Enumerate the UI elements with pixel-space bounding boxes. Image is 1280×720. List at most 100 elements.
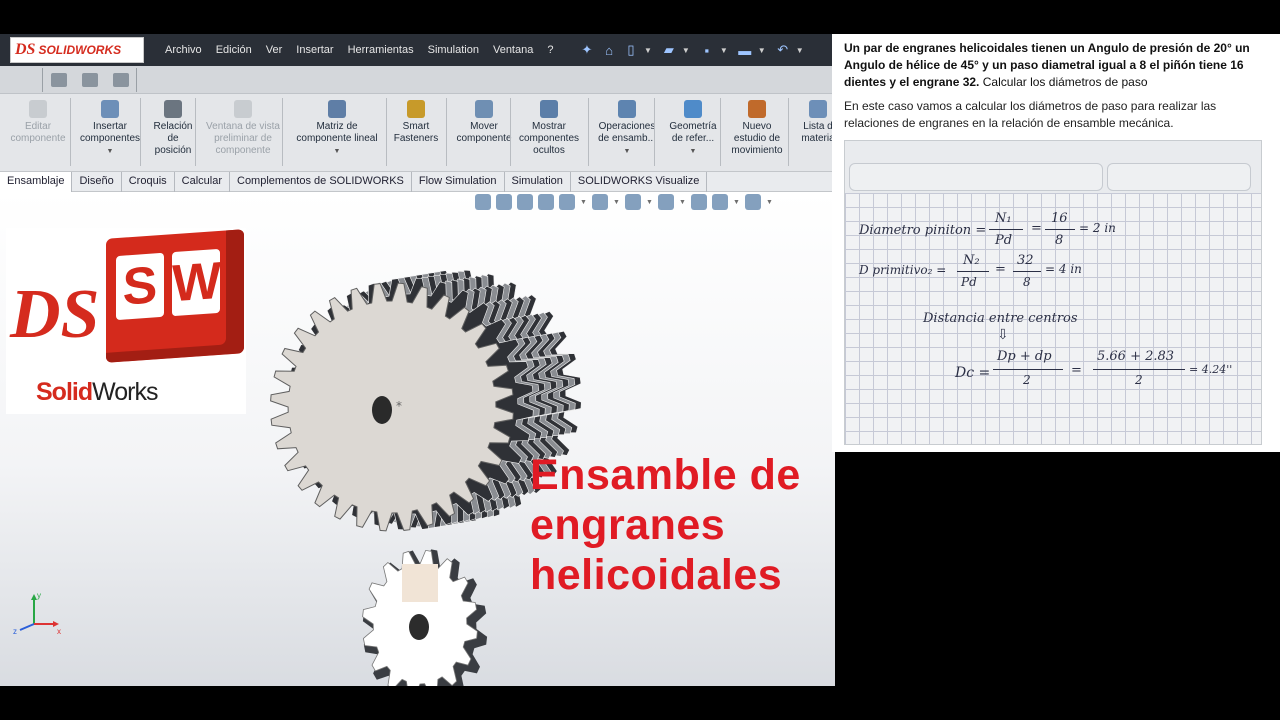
command-button[interactable]: Insertar componentes ▼: [74, 100, 146, 158]
menu-item[interactable]: Edición: [216, 44, 252, 56]
command-button[interactable]: Operaciones de ensamb... ▼: [594, 100, 660, 158]
toolbar-separator: [195, 98, 196, 166]
camera-tools: [42, 68, 137, 92]
gear-bore: [372, 396, 392, 424]
command-icon: [809, 100, 827, 118]
problem-statement-rest: Calcular los diámetros de paso: [979, 75, 1148, 89]
chevron-down-icon[interactable]: ▼: [682, 46, 690, 55]
wordmark-solid: Solid: [36, 378, 93, 406]
menu-item[interactable]: Ver: [266, 44, 283, 56]
fraction-bar: [1013, 271, 1041, 272]
svg-text:z: z: [13, 627, 17, 636]
chevron-down-icon[interactable]: ▼: [624, 146, 631, 158]
hw-text: 2: [1023, 373, 1031, 387]
command-button[interactable]: Relación de posición: [148, 100, 198, 157]
chevron-down-icon[interactable]: ▼: [107, 146, 114, 158]
menu-item[interactable]: Archivo: [165, 44, 202, 56]
command-button[interactable]: Mover componente: [454, 100, 514, 145]
tab-calcular[interactable]: Calcular: [175, 172, 230, 192]
camera-icon[interactable]: [50, 73, 67, 87]
hw-text: 5.66 + 2.83: [1097, 349, 1175, 364]
chevron-down-icon[interactable]: ▼: [690, 146, 697, 158]
command-label: Geometría de refer...: [669, 121, 717, 144]
command-button[interactable]: Editar componente: [6, 100, 70, 145]
hw-text: = 4 in: [1045, 262, 1082, 276]
ds-letters: DS: [10, 276, 100, 353]
command-label: Nuevo estudio de movimiento: [731, 121, 783, 156]
brand-name: SOLIDWORKS: [38, 43, 122, 57]
tab-complementos-de-solidworks[interactable]: Complementos de SOLIDWORKS: [230, 172, 412, 192]
toolbar-separator: [720, 98, 721, 166]
pinion-bore: [409, 614, 429, 640]
toolbar-separator: [282, 98, 283, 166]
problem-statement: Un par de engranes helicoidales tienen u…: [844, 40, 1254, 91]
undo-icon[interactable]: ↶: [774, 42, 792, 58]
command-button[interactable]: Nuevo estudio de movimiento: [728, 100, 786, 157]
svg-text:y: y: [37, 591, 41, 600]
command-icon: [684, 100, 702, 118]
menu-item[interactable]: Herramientas: [348, 44, 414, 56]
menu-item[interactable]: Insertar: [296, 44, 333, 56]
hw-text: 16: [1051, 211, 1068, 226]
quick-access-toolbar: ✦ ⌂ ▯ ▼ ▰ ▼ ▪ ▼ ▬ ▼ ↶ ▼: [578, 34, 812, 66]
tab-croquis[interactable]: Croquis: [122, 172, 175, 192]
command-icon: [407, 100, 425, 118]
fraction-bar: [1045, 229, 1075, 230]
toolbar-separator: [70, 98, 71, 166]
menu-bar: DS SOLIDWORKS Archivo Edición Ver Insertar H…: [0, 34, 835, 66]
chevron-down-icon[interactable]: ▼: [334, 146, 341, 158]
chevron-down-icon[interactable]: ▼: [644, 46, 652, 55]
tab-ensamblaje[interactable]: Ensamblaje: [0, 172, 73, 192]
chevron-down-icon[interactable]: ▼: [758, 46, 766, 55]
command-button[interactable]: Mostrar componentes ocultos: [516, 100, 582, 157]
command-manager: Editar componente Insertar componentes ▼ Re…: [0, 94, 835, 172]
solidworks-logo[interactable]: DS SOLIDWORKS: [10, 37, 144, 63]
pinion-gear[interactable]: [362, 549, 488, 686]
origin-icon: *: [396, 399, 402, 413]
command-button[interactable]: Matriz de componente lineal ▼: [290, 100, 384, 158]
sw-cube-icon: S W: [106, 229, 244, 363]
command-label: Operaciones de ensamb...: [598, 121, 656, 144]
paper-header-box: [1107, 163, 1251, 191]
open-folder-icon[interactable]: ▰: [660, 42, 678, 58]
command-button[interactable]: Geometría de refer... ▼: [664, 100, 722, 158]
print-icon[interactable]: ▬: [736, 42, 754, 58]
command-label: Mostrar componentes ocultos: [518, 121, 580, 156]
command-button[interactable]: Smart Fasteners: [394, 100, 438, 145]
hw-text: =: [995, 262, 1006, 277]
menu-item[interactable]: Simulation: [428, 44, 479, 56]
pin-icon[interactable]: ✦: [578, 42, 596, 58]
screenshot-icon[interactable]: [81, 73, 98, 87]
hw-text: 8: [1055, 233, 1064, 248]
wordmark-works: Works: [92, 378, 158, 406]
fraction-bar: [989, 229, 1023, 230]
command-icon: [328, 100, 346, 118]
hw-text: Diametro piniton =: [859, 223, 987, 238]
menu-item[interactable]: ?: [547, 44, 553, 56]
menu-item[interactable]: Ventana: [493, 44, 533, 56]
fraction-bar: [993, 369, 1063, 370]
tab-simulation[interactable]: Simulation: [505, 172, 571, 192]
home-icon[interactable]: ⌂: [600, 42, 618, 58]
ds-logo-icon: DS: [15, 41, 36, 58]
save-icon[interactable]: ▪: [698, 42, 716, 58]
record-icon[interactable]: [112, 73, 129, 87]
toolbar-separator: [446, 98, 447, 166]
solidworks-brand-logo: S W DS SolidWorks: [6, 228, 246, 414]
hw-text: 32: [1017, 253, 1034, 268]
tab-dise-o[interactable]: Diseño: [72, 172, 122, 192]
chevron-down-icon[interactable]: ▼: [796, 46, 804, 55]
down-arrow-icon: ⇩: [997, 327, 1009, 343]
tab-flow-simulation[interactable]: Flow Simulation: [412, 172, 505, 192]
hw-text: N₁: [995, 211, 1012, 226]
logo-wordmark: SolidWorks: [36, 378, 158, 407]
hub-shaft: [402, 564, 438, 602]
new-document-icon[interactable]: ▯: [622, 42, 640, 58]
command-button[interactable]: Ventana de vista preliminar de component…: [200, 100, 286, 157]
toolbar-separator: [654, 98, 655, 166]
tab-solidworks-visualize[interactable]: SOLIDWORKS Visualize: [571, 172, 708, 192]
chevron-down-icon[interactable]: ▼: [720, 46, 728, 55]
problem-explanation: En este caso vamos a calcular los diámet…: [844, 99, 1217, 130]
letterbox-top: [0, 0, 1280, 34]
toolbar-separator: [510, 98, 511, 166]
